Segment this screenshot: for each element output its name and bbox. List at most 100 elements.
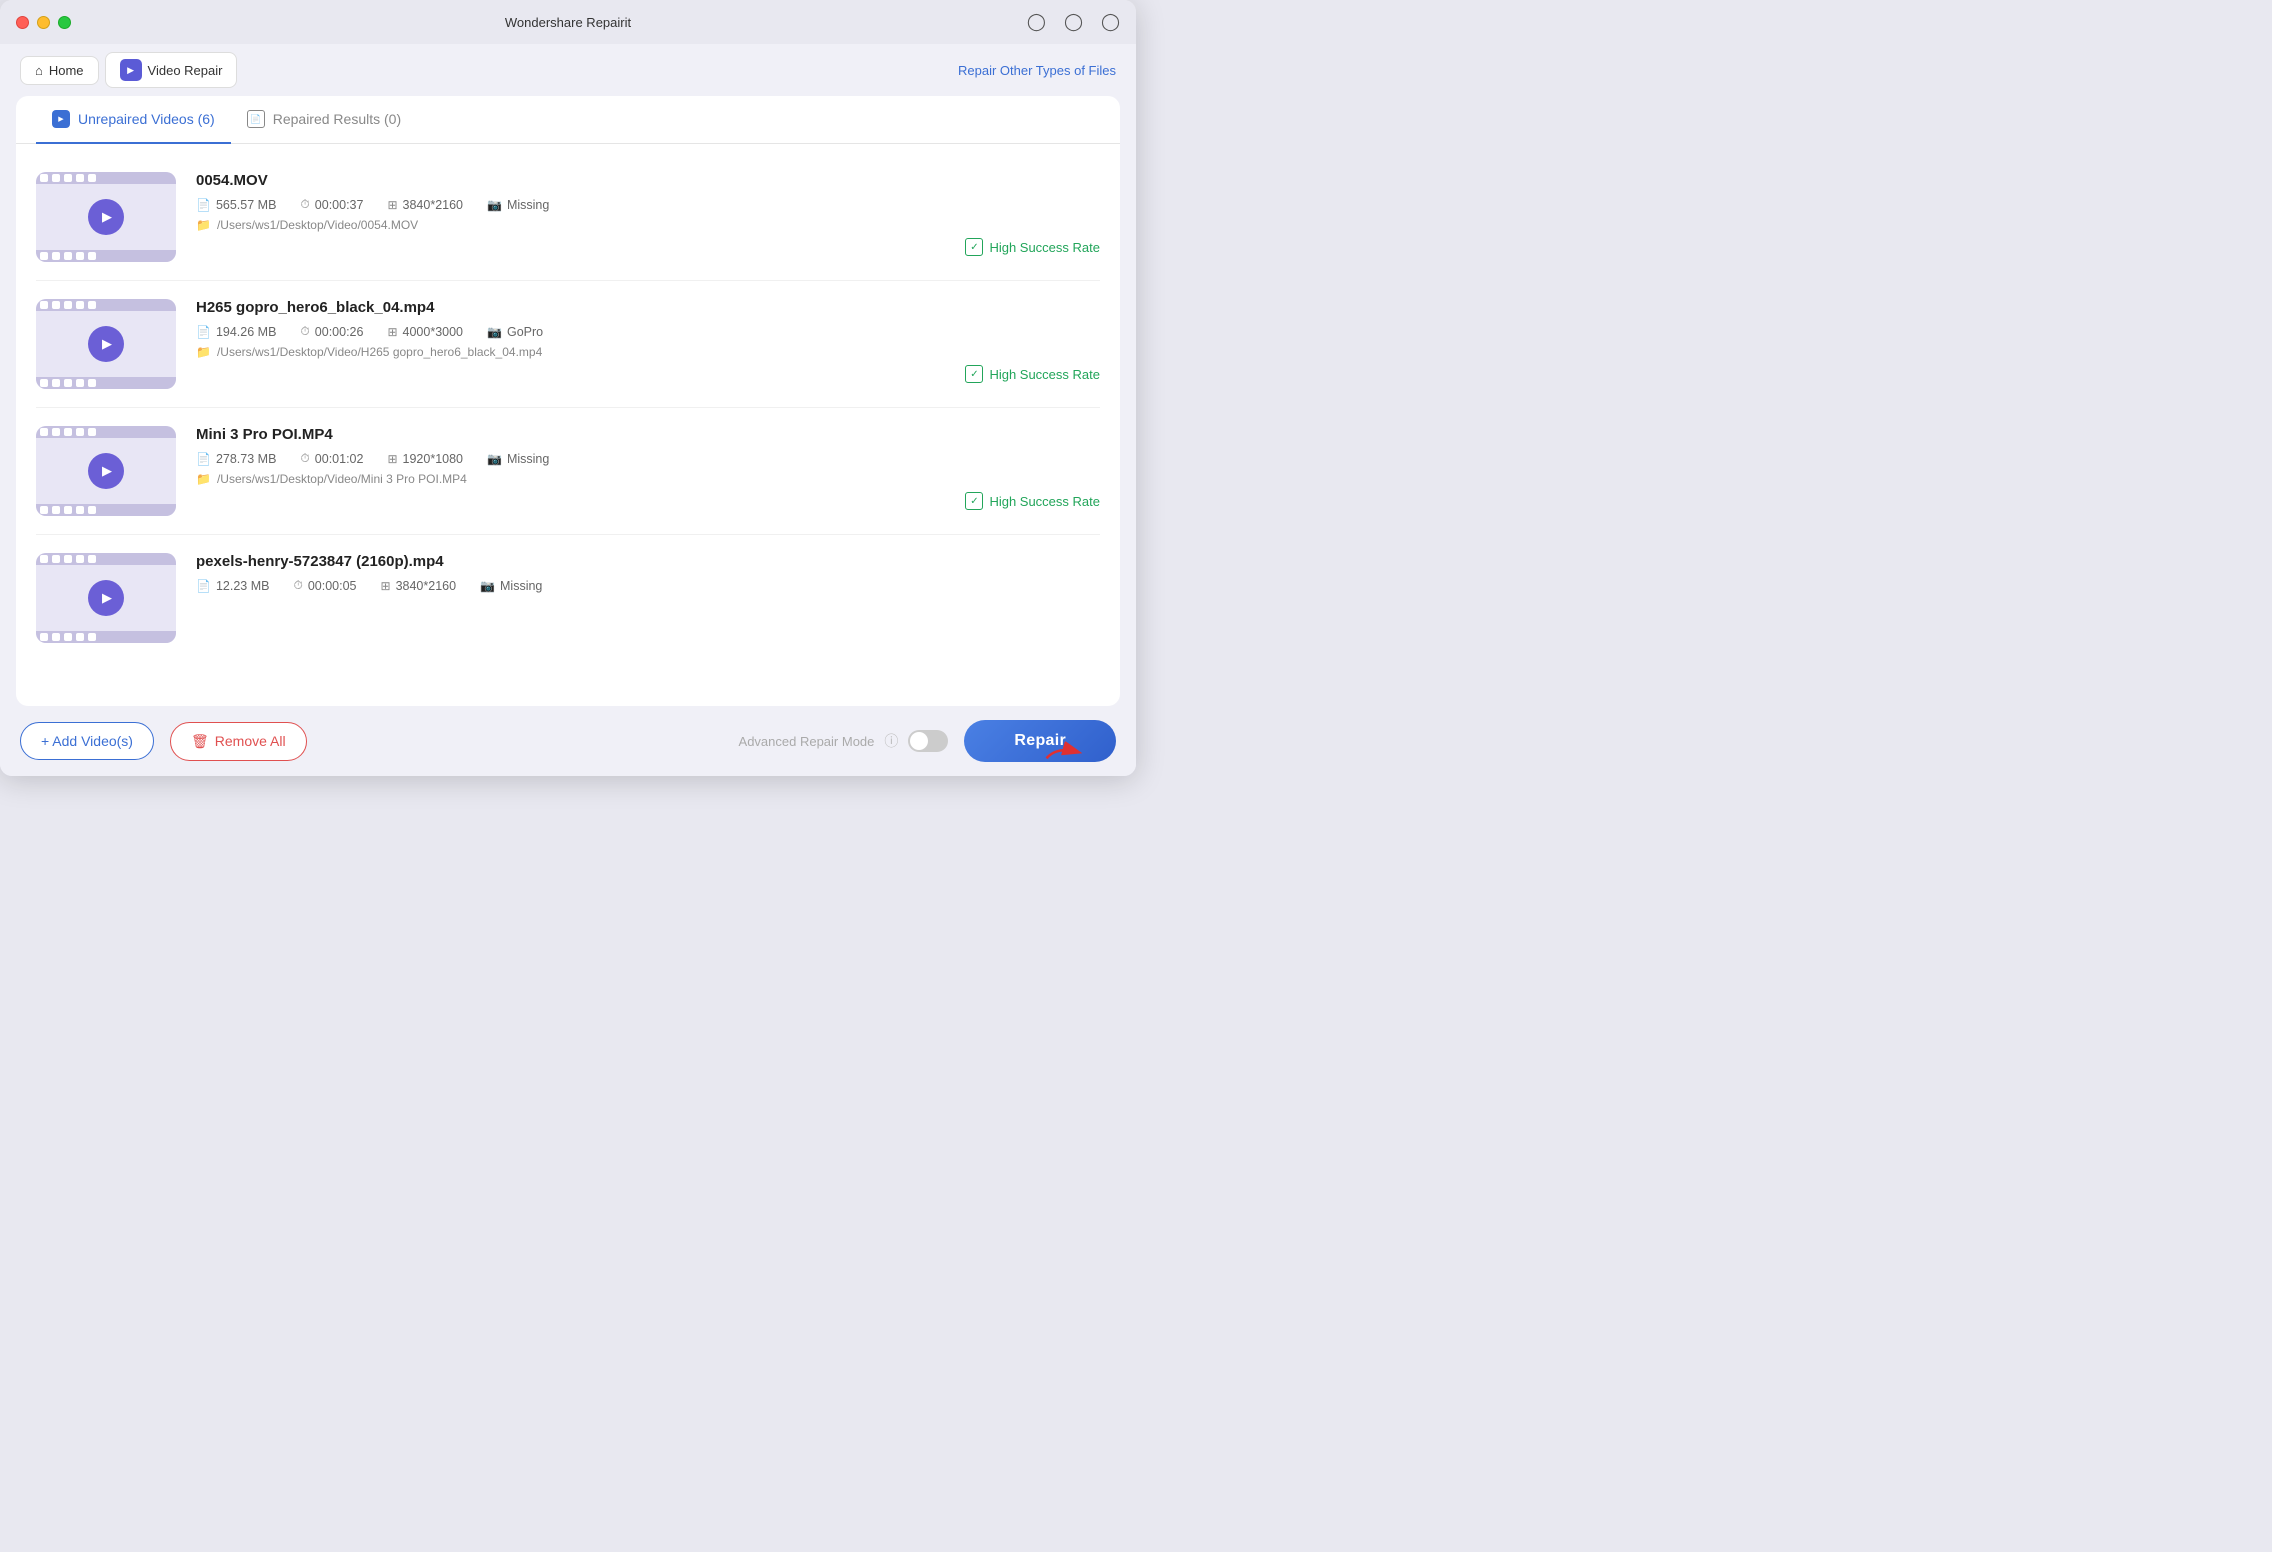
trash-icon: 🗑: [191, 733, 209, 750]
video-item: pexels-henry-5723847 (2160p).mp4 📄 12.23…: [36, 535, 1100, 651]
tab-video-icon: [52, 110, 70, 128]
success-label: High Success Rate: [989, 240, 1100, 255]
film-hole: [52, 301, 60, 309]
video-thumbnail: [36, 426, 176, 516]
play-button[interactable]: [88, 326, 124, 362]
close-button[interactable]: [16, 16, 29, 29]
folder-icon: 📁: [196, 472, 211, 486]
traffic-lights: [16, 16, 71, 29]
film-hole: [64, 252, 72, 260]
file-icon: 📄: [196, 198, 211, 212]
video-path: 📁 /Users/ws1/Desktop/Video/Mini 3 Pro PO…: [196, 472, 1100, 486]
film-hole: [40, 301, 48, 309]
headset-icon[interactable]: ◯: [1101, 12, 1120, 32]
film-hole: [64, 301, 72, 309]
advanced-mode-label: Advanced Repair Mode: [739, 734, 875, 749]
film-hole: [76, 633, 84, 641]
tab-repaired[interactable]: 📄 Repaired Results (0): [231, 96, 417, 144]
film-strip-top: [36, 426, 176, 438]
video-repair-icon: [120, 59, 142, 81]
folder-icon: 📁: [196, 218, 211, 232]
video-info: Mini 3 Pro POI.MP4 📄 278.73 MB ⏱ 00:01:0…: [196, 426, 1100, 486]
folder-icon: 📁: [196, 345, 211, 359]
play-button[interactable]: [88, 453, 124, 489]
film-hole: [88, 379, 96, 387]
film-hole: [40, 428, 48, 436]
meta-duration: ⏱ 00:00:37: [300, 197, 363, 212]
high-success-badge: ✓ High Success Rate: [965, 365, 1100, 383]
video-meta: 📄 12.23 MB ⏱ 00:00:05 ⊞ 3840*2160 📷: [196, 578, 1100, 593]
film-hole: [40, 379, 48, 387]
chat-icon[interactable]: ◯: [1064, 12, 1083, 32]
nav-left: ⌂ Home Video Repair: [20, 52, 237, 88]
video-item: H265 gopro_hero6_black_04.mp4 📄 194.26 M…: [36, 281, 1100, 408]
video-repair-nav-button[interactable]: Video Repair: [105, 52, 238, 88]
video-item: 0054.MOV 📄 565.57 MB ⏱ 00:00:37 ⊞ 3840*: [36, 154, 1100, 281]
video-camera: GoPro: [507, 325, 543, 339]
clock-icon: ⏱: [293, 578, 302, 593]
res-icon: ⊞: [387, 198, 397, 212]
window-title: Wondershare Repairit: [505, 15, 631, 30]
video-size: 565.57 MB: [216, 198, 276, 212]
video-resolution: 1920*1080: [403, 452, 463, 466]
film-hole: [64, 174, 72, 182]
film-strip-bottom: [36, 631, 176, 643]
meta-duration: ⏱ 00:01:02: [300, 451, 363, 466]
video-info: H265 gopro_hero6_black_04.mp4 📄 194.26 M…: [196, 299, 1100, 359]
advanced-mode-toggle[interactable]: [908, 730, 948, 752]
repair-button-wrapper: Repair: [964, 720, 1116, 762]
meta-resolution: ⊞ 3840*2160: [381, 578, 457, 593]
tab-unrepaired-label: Unrepaired Videos (6): [78, 111, 215, 127]
res-icon: ⊞: [387, 325, 397, 339]
camera-icon: 📷: [487, 198, 502, 212]
camera-icon: 📷: [480, 579, 495, 593]
add-video-button[interactable]: + Add Video(s): [20, 722, 154, 760]
video-name: pexels-henry-5723847 (2160p).mp4: [196, 553, 1100, 570]
home-nav-button[interactable]: ⌂ Home: [20, 56, 99, 85]
tab-unrepaired[interactable]: Unrepaired Videos (6): [36, 96, 231, 144]
title-bar: Wondershare Repairit ◯ ◯ ◯: [0, 0, 1136, 44]
video-list: 0054.MOV 📄 565.57 MB ⏱ 00:00:37 ⊞ 3840*: [16, 144, 1120, 706]
maximize-button[interactable]: [58, 16, 71, 29]
film-hole: [40, 633, 48, 641]
minimize-button[interactable]: [37, 16, 50, 29]
film-hole: [64, 506, 72, 514]
video-meta: 📄 278.73 MB ⏱ 00:01:02 ⊞ 1920*1080 📷: [196, 451, 1100, 466]
film-strip-top: [36, 299, 176, 311]
remove-all-button[interactable]: 🗑 Remove All: [170, 722, 307, 761]
film-hole: [40, 174, 48, 182]
video-duration: 00:00:26: [315, 325, 364, 339]
video-repair-label: Video Repair: [148, 63, 223, 78]
app-window: Wondershare Repairit ◯ ◯ ◯ ⌂ Home Video …: [0, 0, 1136, 776]
info-icon: ⓘ: [884, 731, 898, 751]
film-hole: [76, 301, 84, 309]
success-icon: ✓: [965, 365, 983, 383]
film-hole: [64, 555, 72, 563]
video-resolution: 3840*2160: [396, 579, 456, 593]
clock-icon: ⏱: [300, 324, 309, 339]
film-hole: [76, 428, 84, 436]
high-success-badge: ✓ High Success Rate: [965, 238, 1100, 256]
video-name: 0054.MOV: [196, 172, 1100, 189]
success-icon: ✓: [965, 492, 983, 510]
film-hole: [88, 252, 96, 260]
film-strip-bottom: [36, 377, 176, 389]
film-hole: [88, 506, 96, 514]
film-hole: [40, 555, 48, 563]
play-button[interactable]: [88, 199, 124, 235]
tab-repaired-label: Repaired Results (0): [273, 111, 401, 127]
repair-other-link[interactable]: Repair Other Types of Files: [958, 63, 1116, 78]
meta-size: 📄 194.26 MB: [196, 324, 276, 339]
meta-camera: 📷 Missing: [480, 578, 542, 593]
play-button[interactable]: [88, 580, 124, 616]
film-hole: [52, 252, 60, 260]
meta-duration: ⏱ 00:00:05: [293, 578, 356, 593]
user-icon[interactable]: ◯: [1027, 12, 1046, 32]
video-resolution: 3840*2160: [403, 198, 463, 212]
film-strip-bottom: [36, 504, 176, 516]
clock-icon: ⏱: [300, 451, 309, 466]
film-hole: [76, 252, 84, 260]
video-resolution: 4000*3000: [403, 325, 463, 339]
high-success-badge: ✓ High Success Rate: [965, 492, 1100, 510]
meta-camera: 📷 GoPro: [487, 324, 543, 339]
